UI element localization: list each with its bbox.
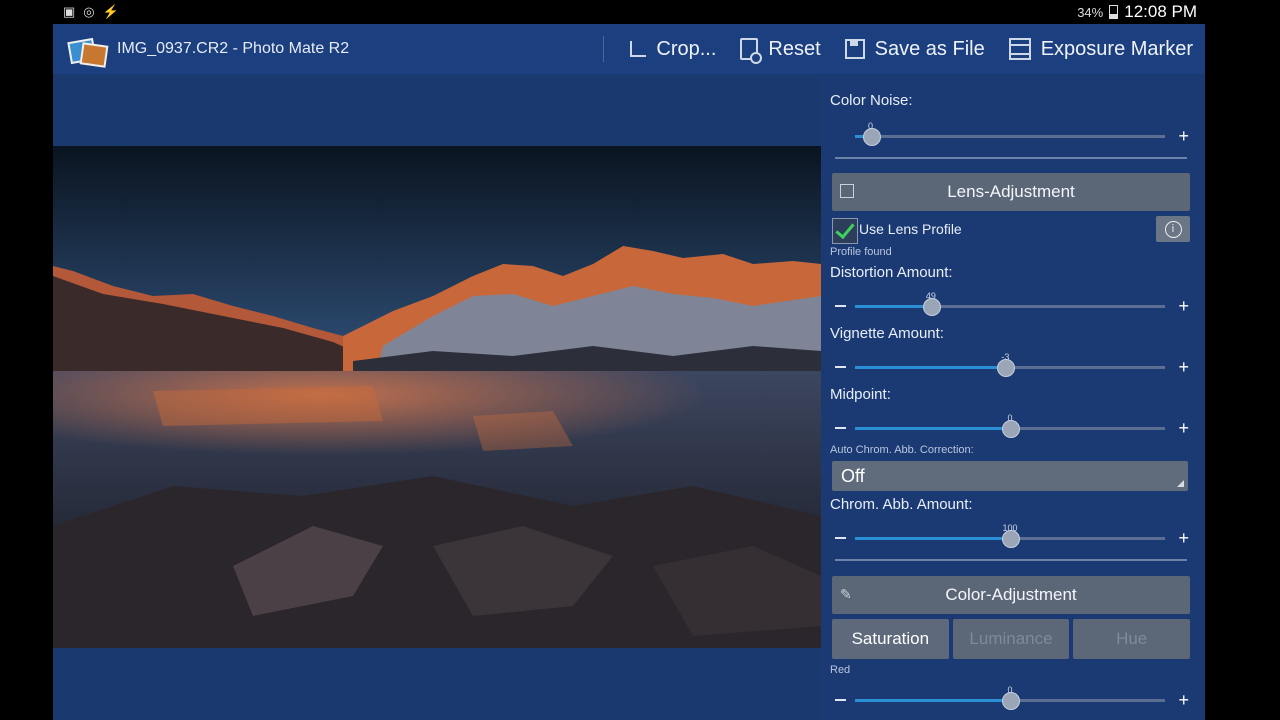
window-title: IMG_0937.CR2 - Photo Mate R2: [117, 40, 350, 57]
minus-icon[interactable]: [835, 699, 846, 701]
plus-icon[interactable]: +: [1178, 419, 1189, 437]
slider-track: 49: [855, 291, 1165, 316]
red-label: Red: [830, 664, 851, 676]
exposure-marker-icon: [1008, 38, 1031, 60]
tab-luminance[interactable]: Luminance: [952, 619, 1070, 659]
distortion-slider[interactable]: 49 +: [831, 291, 1193, 318]
slider-fill: [855, 537, 1010, 540]
action-bar: IMG_0937.CR2 - Photo Mate R2 Crop... Res…: [53, 24, 1205, 74]
reset-button[interactable]: Reset: [728, 24, 832, 74]
exposure-marker-button[interactable]: Exposure Marker: [997, 24, 1205, 74]
charging-icon: ⚡: [102, 4, 119, 19]
clock: 12:08 PM: [1124, 2, 1197, 21]
minus-icon[interactable]: [835, 537, 846, 539]
color-section-icon: ✎: [840, 586, 852, 602]
landscape-photo: [53, 146, 821, 648]
battery-percent: 34%: [1077, 4, 1104, 20]
slider-track: 100: [855, 523, 1165, 548]
exposure-marker-label: Exposure Marker: [1040, 37, 1193, 60]
compass-icon: ◎: [83, 4, 95, 19]
save-label: Save as File: [874, 37, 985, 60]
slider-thumb[interactable]: [862, 128, 881, 146]
tab-saturation[interactable]: Saturation: [832, 619, 949, 659]
vignette-slider[interactable]: -3 +: [831, 352, 1193, 379]
chrom-amount-label: Chrom. Abb. Amount:: [830, 496, 973, 513]
lens-adjustment-section-button[interactable]: Lens-Adjustment: [832, 173, 1190, 211]
color-noise-label: Color Noise:: [830, 92, 913, 109]
crop-button[interactable]: Crop...: [618, 24, 728, 74]
divider: [835, 559, 1187, 561]
dropdown-value: Off: [841, 466, 865, 486]
slider-fill: [855, 699, 1010, 702]
plus-icon[interactable]: +: [1178, 358, 1189, 376]
notification-icons: ▣ ◎ ⚡: [53, 4, 119, 20]
slider-track: 0: [855, 121, 1165, 146]
divider: [835, 157, 1187, 159]
color-tabs: Saturation Luminance Hue: [832, 619, 1191, 659]
reset-icon: [740, 38, 763, 64]
slider-thumb[interactable]: [922, 298, 941, 316]
auto-chrom-dropdown[interactable]: Off: [832, 461, 1188, 491]
use-lens-profile-checkbox[interactable]: [832, 218, 858, 244]
plus-icon[interactable]: +: [1178, 691, 1189, 709]
crop-label: Crop...: [656, 37, 717, 60]
action-divider: [603, 36, 605, 62]
midpoint-label: Midpoint:: [830, 386, 891, 403]
slider-thumb[interactable]: [997, 359, 1016, 377]
reset-label: Reset: [768, 37, 821, 60]
app-logo-icon[interactable]: [67, 32, 109, 68]
save-as-file-button[interactable]: Save as File: [833, 24, 997, 74]
slider-thumb[interactable]: [1002, 530, 1020, 548]
info-icon: i: [1164, 220, 1182, 238]
slider-track: -3: [855, 352, 1165, 377]
photo-preview[interactable]: [53, 146, 821, 648]
use-lens-profile-label[interactable]: Use Lens Profile: [859, 221, 962, 237]
chrom-amount-slider[interactable]: 100 +: [831, 523, 1193, 550]
plus-icon[interactable]: +: [1178, 529, 1189, 547]
minus-icon[interactable]: [835, 427, 846, 429]
minus-icon[interactable]: [835, 366, 846, 368]
status-right: 34% 12:08 PM: [1077, 2, 1205, 22]
slider-thumb[interactable]: [1002, 692, 1020, 710]
battery-icon: [1109, 5, 1119, 19]
photo-mate-app: IMG_0937.CR2 - Photo Mate R2 Crop... Res…: [53, 24, 1205, 720]
slider-thumb[interactable]: [1002, 420, 1020, 438]
color-noise-slider[interactable]: 0 +: [831, 121, 1193, 148]
slider-fill: [855, 305, 931, 308]
lens-info-button[interactable]: i: [1156, 216, 1190, 242]
lens-section-icon: [840, 184, 854, 198]
tab-hue[interactable]: Hue: [1073, 619, 1191, 659]
image-canvas[interactable]: [53, 74, 821, 720]
profile-status: Profile found: [830, 246, 892, 258]
dropdown-corner-icon: [1177, 480, 1184, 487]
slider-track: 0: [855, 685, 1165, 710]
auto-chrom-label: Auto Chrom. Abb. Correction:: [830, 444, 974, 456]
lens-section-title: Lens-Adjustment: [947, 182, 1075, 201]
slider-fill: [855, 366, 1006, 369]
action-bar-actions: Crop... Reset Save as File Exposure Mark…: [603, 24, 1205, 74]
color-adjustment-section-button[interactable]: ✎ Color-Adjustment: [832, 576, 1190, 614]
plus-icon[interactable]: +: [1178, 297, 1189, 315]
crop-icon: [630, 41, 647, 57]
system-status-bar: ▣ ◎ ⚡ 34% 12:08 PM: [53, 0, 1205, 24]
plus-icon[interactable]: +: [1178, 127, 1189, 145]
screenshot-icon: ▣: [63, 4, 76, 19]
adjustment-panel[interactable]: Color Noise: 0 + Lens-Adjustment Use Len…: [821, 74, 1205, 720]
red-slider[interactable]: 0 +: [831, 685, 1193, 712]
color-section-title: Color-Adjustment: [945, 585, 1077, 604]
minus-icon[interactable]: [835, 305, 846, 307]
midpoint-slider[interactable]: 0 +: [831, 413, 1193, 440]
slider-track: 0: [855, 413, 1165, 438]
save-icon: [844, 39, 865, 59]
vignette-label: Vignette Amount:: [830, 325, 944, 342]
slider-fill: [855, 427, 1010, 430]
distortion-label: Distortion Amount:: [830, 264, 953, 281]
